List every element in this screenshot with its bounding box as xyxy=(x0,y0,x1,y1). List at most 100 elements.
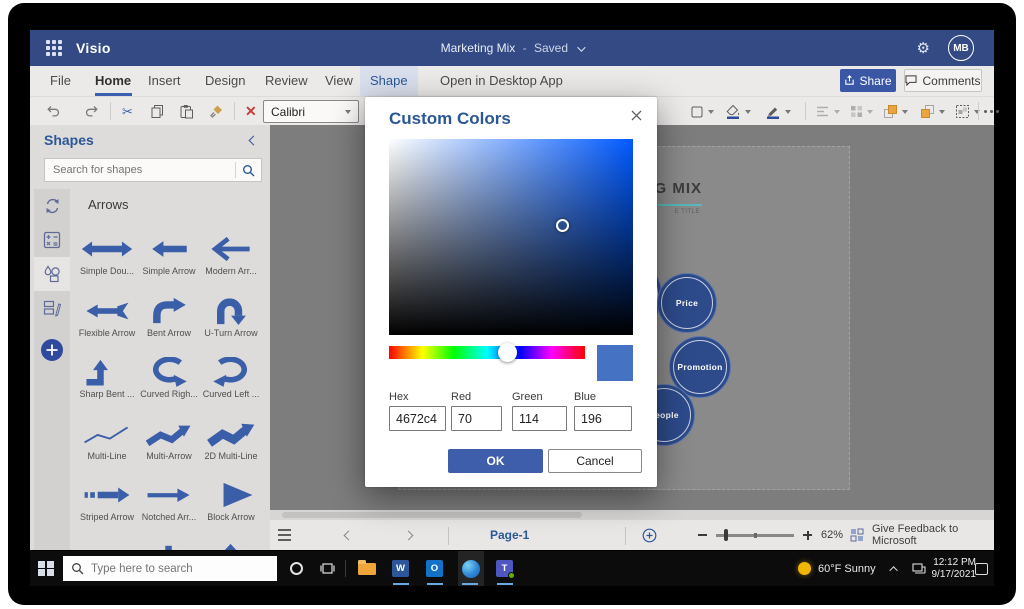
scrollbar-thumb[interactable] xyxy=(282,512,582,518)
shape-item[interactable]: Block Arrow xyxy=(200,475,262,537)
cortana-button[interactable] xyxy=(290,551,303,586)
more-commands-button[interactable] xyxy=(982,101,1000,122)
tray-icon[interactable] xyxy=(912,551,926,586)
shape-item[interactable]: Notched Arr... xyxy=(138,475,200,537)
shape-item[interactable]: Modern Arr... xyxy=(200,229,262,291)
add-stencil-button[interactable] xyxy=(34,333,70,367)
fill-color-button[interactable] xyxy=(725,101,751,122)
add-page-button[interactable] xyxy=(642,520,657,550)
fit-page-button[interactable] xyxy=(850,520,864,550)
start-button[interactable] xyxy=(38,551,54,586)
color-picker-ring[interactable] xyxy=(556,219,569,232)
taskbar-search-input[interactable] xyxy=(91,563,277,575)
shape-item[interactable]: U-Turn Arrow xyxy=(200,291,262,353)
tab-design[interactable]: Design xyxy=(205,66,245,96)
shape-item[interactable]: Simple Dou... xyxy=(76,229,138,291)
zoom-slider-thumb[interactable] xyxy=(724,529,728,541)
zoom-out-button[interactable] xyxy=(698,520,707,550)
copy-button[interactable] xyxy=(150,101,165,122)
shape-item[interactable]: 2D Multi-Line xyxy=(200,414,262,476)
shape-item[interactable]: Curved Righ... xyxy=(138,352,200,414)
teams-icon[interactable]: T xyxy=(496,551,513,586)
document-title[interactable]: Marketing Mix - Saved xyxy=(30,41,994,55)
operators-stencil-icon[interactable] xyxy=(34,223,70,257)
font-dropdown[interactable]: Calibri xyxy=(263,100,359,123)
shape-item-partial[interactable] xyxy=(138,537,200,551)
outlook-icon[interactable]: O xyxy=(426,551,443,586)
zoom-slider[interactable] xyxy=(716,534,794,537)
zoom-in-button[interactable] xyxy=(803,520,812,550)
open-in-desktop-button[interactable]: Open in Desktop App xyxy=(440,66,563,96)
hue-slider[interactable] xyxy=(389,346,585,359)
delete-button[interactable]: ✕ xyxy=(245,101,257,122)
paste-button[interactable] xyxy=(179,101,194,122)
shape-item-partial[interactable] xyxy=(200,537,262,551)
collapse-panel-icon[interactable] xyxy=(249,136,259,146)
share-button[interactable]: Share xyxy=(840,69,896,92)
send-backward-button[interactable] xyxy=(920,101,945,122)
file-explorer-icon[interactable] xyxy=(358,551,376,586)
hue-slider-thumb[interactable] xyxy=(498,343,517,362)
feedback-link[interactable]: Give Feedback to Microsoft xyxy=(872,520,994,550)
hex-field[interactable] xyxy=(389,406,446,431)
next-page-button[interactable] xyxy=(405,520,412,550)
bring-forward-button[interactable] xyxy=(883,101,908,122)
align-button[interactable] xyxy=(815,101,840,122)
weather-icon[interactable] xyxy=(798,551,811,586)
avatar[interactable]: MB xyxy=(948,35,974,61)
horizontal-scrollbar[interactable] xyxy=(270,510,994,520)
tab-shape[interactable]: Shape xyxy=(360,66,418,96)
task-view-button[interactable] xyxy=(320,551,335,586)
blue-field[interactable] xyxy=(574,406,632,431)
tray-expand-icon[interactable] xyxy=(892,551,898,586)
red-field[interactable] xyxy=(451,406,502,431)
cancel-button[interactable]: Cancel xyxy=(548,449,642,473)
redo-button[interactable] xyxy=(84,101,99,122)
shape-item[interactable]: Flexible Arrow xyxy=(76,291,138,353)
line-color-button[interactable] xyxy=(765,101,791,122)
refresh-stencil-icon[interactable] xyxy=(34,189,70,223)
shape-item[interactable]: Multi-Arrow xyxy=(138,414,200,476)
app-launcher-icon[interactable] xyxy=(46,40,62,56)
basic-shapes-stencil-icon[interactable] xyxy=(34,257,70,291)
group-button[interactable] xyxy=(955,101,980,122)
shape-search-input[interactable] xyxy=(45,164,235,176)
tab-view[interactable]: View xyxy=(325,66,353,96)
taskbar-search-box[interactable] xyxy=(63,556,277,581)
shape-item[interactable]: Multi-Line xyxy=(76,414,138,476)
format-painter-button[interactable] xyxy=(209,101,224,122)
search-icon[interactable] xyxy=(236,164,261,177)
price-circle[interactable]: Price xyxy=(657,273,717,333)
shape-item[interactable]: Striped Arrow xyxy=(76,475,138,537)
shape-item[interactable]: Curved Left ... xyxy=(200,352,262,414)
weather-text[interactable]: 60°F Sunny xyxy=(818,551,876,586)
ok-button[interactable]: OK xyxy=(448,449,543,473)
saturation-value-picker[interactable] xyxy=(389,139,633,335)
cut-button[interactable]: ✂ xyxy=(122,101,133,122)
edge-icon[interactable] xyxy=(458,551,484,586)
tab-review[interactable]: Review xyxy=(265,66,308,96)
tab-file[interactable]: File xyxy=(50,66,71,96)
shape-item[interactable]: Bent Arrow xyxy=(138,291,200,353)
clock[interactable]: 12:12 PM 9/17/2021 xyxy=(928,551,976,586)
tab-insert[interactable]: Insert xyxy=(148,66,181,96)
shape-item[interactable]: Simple Arrow xyxy=(138,229,200,291)
comments-button[interactable]: Comments xyxy=(904,69,982,92)
zoom-level[interactable]: 62% xyxy=(821,520,843,550)
action-center-icon[interactable] xyxy=(975,551,988,586)
undo-button[interactable] xyxy=(46,101,61,122)
shape-search-box[interactable] xyxy=(44,158,262,182)
shape-item-partial[interactable] xyxy=(76,537,138,551)
tab-home[interactable]: Home xyxy=(95,66,131,96)
close-icon[interactable] xyxy=(627,106,645,124)
shape-item[interactable]: Sharp Bent ... xyxy=(76,352,138,414)
pages-menu-icon[interactable] xyxy=(278,520,291,550)
word-icon[interactable]: W xyxy=(392,551,409,586)
settings-gear-icon[interactable]: ⚙ xyxy=(917,39,930,57)
page-tab[interactable]: Page-1 xyxy=(490,520,529,550)
shape-style-button[interactable] xyxy=(690,101,714,122)
position-button[interactable] xyxy=(850,101,873,122)
prev-page-button[interactable] xyxy=(345,520,352,550)
green-field[interactable] xyxy=(512,406,567,431)
edit-stencil-icon[interactable] xyxy=(34,291,70,325)
